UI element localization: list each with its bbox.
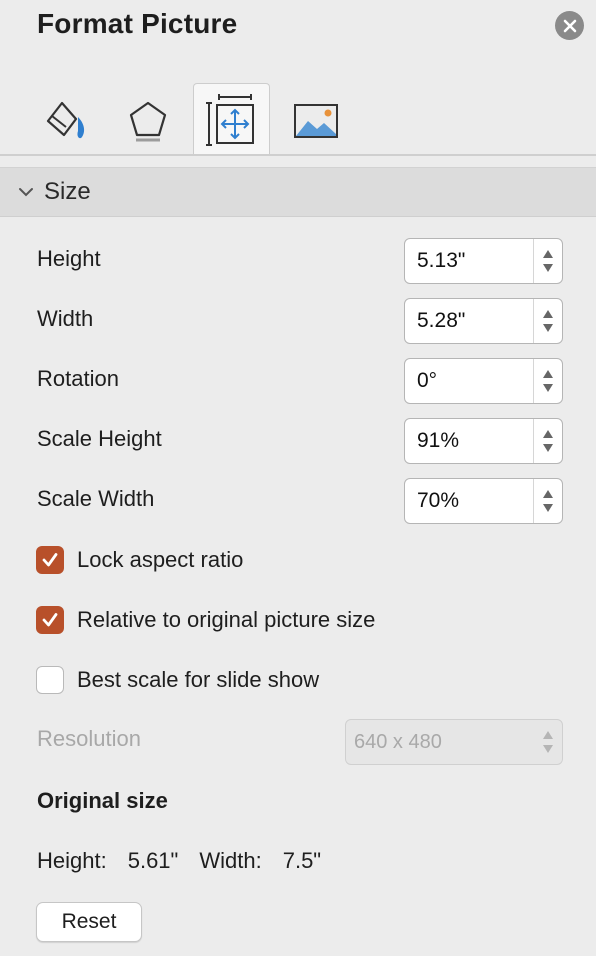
tab-effects[interactable] — [118, 96, 178, 146]
resolution-stepper — [534, 720, 562, 764]
tab-fill-line[interactable] — [34, 96, 94, 146]
rotation-stepper[interactable] — [533, 359, 562, 403]
original-height-value: 5.61" — [127, 848, 179, 873]
relative-original-row[interactable]: Relative to original picture size — [36, 606, 375, 634]
reset-button[interactable]: Reset — [36, 902, 142, 942]
rotation-label: Rotation — [37, 366, 119, 391]
width-stepper[interactable] — [533, 299, 562, 343]
height-value[interactable]: 5.13" — [405, 249, 533, 273]
scale-width-value[interactable]: 70% — [405, 489, 533, 513]
width-label: Width — [37, 306, 94, 331]
height-stepper[interactable] — [533, 239, 562, 283]
section-size-header[interactable]: Size — [0, 167, 596, 217]
section-title: Size — [44, 178, 91, 205]
height-field[interactable]: 5.13" — [404, 238, 563, 284]
lock-aspect-row[interactable]: Lock aspect ratio — [36, 546, 243, 574]
resolution-select[interactable]: 640 x 480 — [345, 719, 563, 765]
height-label: Height — [37, 246, 101, 271]
relative-original-label: Relative to original picture size — [77, 607, 376, 632]
checkmark-icon — [42, 553, 58, 567]
pentagon-icon — [129, 101, 167, 142]
close-icon[interactable] — [555, 11, 584, 40]
original-size-title: Original size — [37, 788, 168, 813]
original-width-label: Width: — [199, 848, 262, 873]
tab-picture[interactable] — [286, 96, 346, 146]
scale-width-stepper[interactable] — [533, 479, 562, 523]
lock-aspect-checkbox[interactable] — [36, 546, 64, 574]
picture-icon — [294, 104, 338, 138]
width-value[interactable]: 5.28" — [405, 309, 533, 333]
width-field[interactable]: 5.28" — [404, 298, 563, 344]
chevron-down-icon — [19, 188, 33, 197]
original-height-label: Height: — [37, 848, 107, 873]
panel-title: Format Picture — [37, 8, 238, 39]
paint-bucket-icon — [46, 101, 85, 139]
scale-height-label: Scale Height — [37, 426, 162, 451]
best-scale-checkbox[interactable] — [36, 666, 64, 694]
rotation-value[interactable]: 0° — [405, 369, 533, 393]
rotation-field[interactable]: 0° — [404, 358, 563, 404]
scale-height-stepper[interactable] — [533, 419, 562, 463]
tab-bar-divider — [0, 154, 596, 156]
lock-aspect-label: Lock aspect ratio — [77, 547, 244, 572]
scale-width-label: Scale Width — [37, 486, 155, 511]
tab-size-properties[interactable] — [193, 83, 270, 156]
scale-width-field[interactable]: 70% — [404, 478, 563, 524]
resolution-value: 640 x 480 — [354, 730, 442, 753]
original-width-value: 7.5" — [282, 848, 322, 873]
scale-height-field[interactable]: 91% — [404, 418, 563, 464]
best-scale-row[interactable]: Best scale for slide show — [36, 666, 319, 694]
resolution-label: Resolution — [37, 726, 141, 751]
relative-original-checkbox[interactable] — [36, 606, 64, 634]
size-move-icon — [205, 94, 254, 146]
scale-height-value[interactable]: 91% — [405, 429, 533, 453]
original-size-values: Height: 5.61" Width: 7.5" — [37, 848, 321, 874]
best-scale-label: Best scale for slide show — [77, 667, 320, 692]
checkmark-icon — [42, 613, 58, 627]
